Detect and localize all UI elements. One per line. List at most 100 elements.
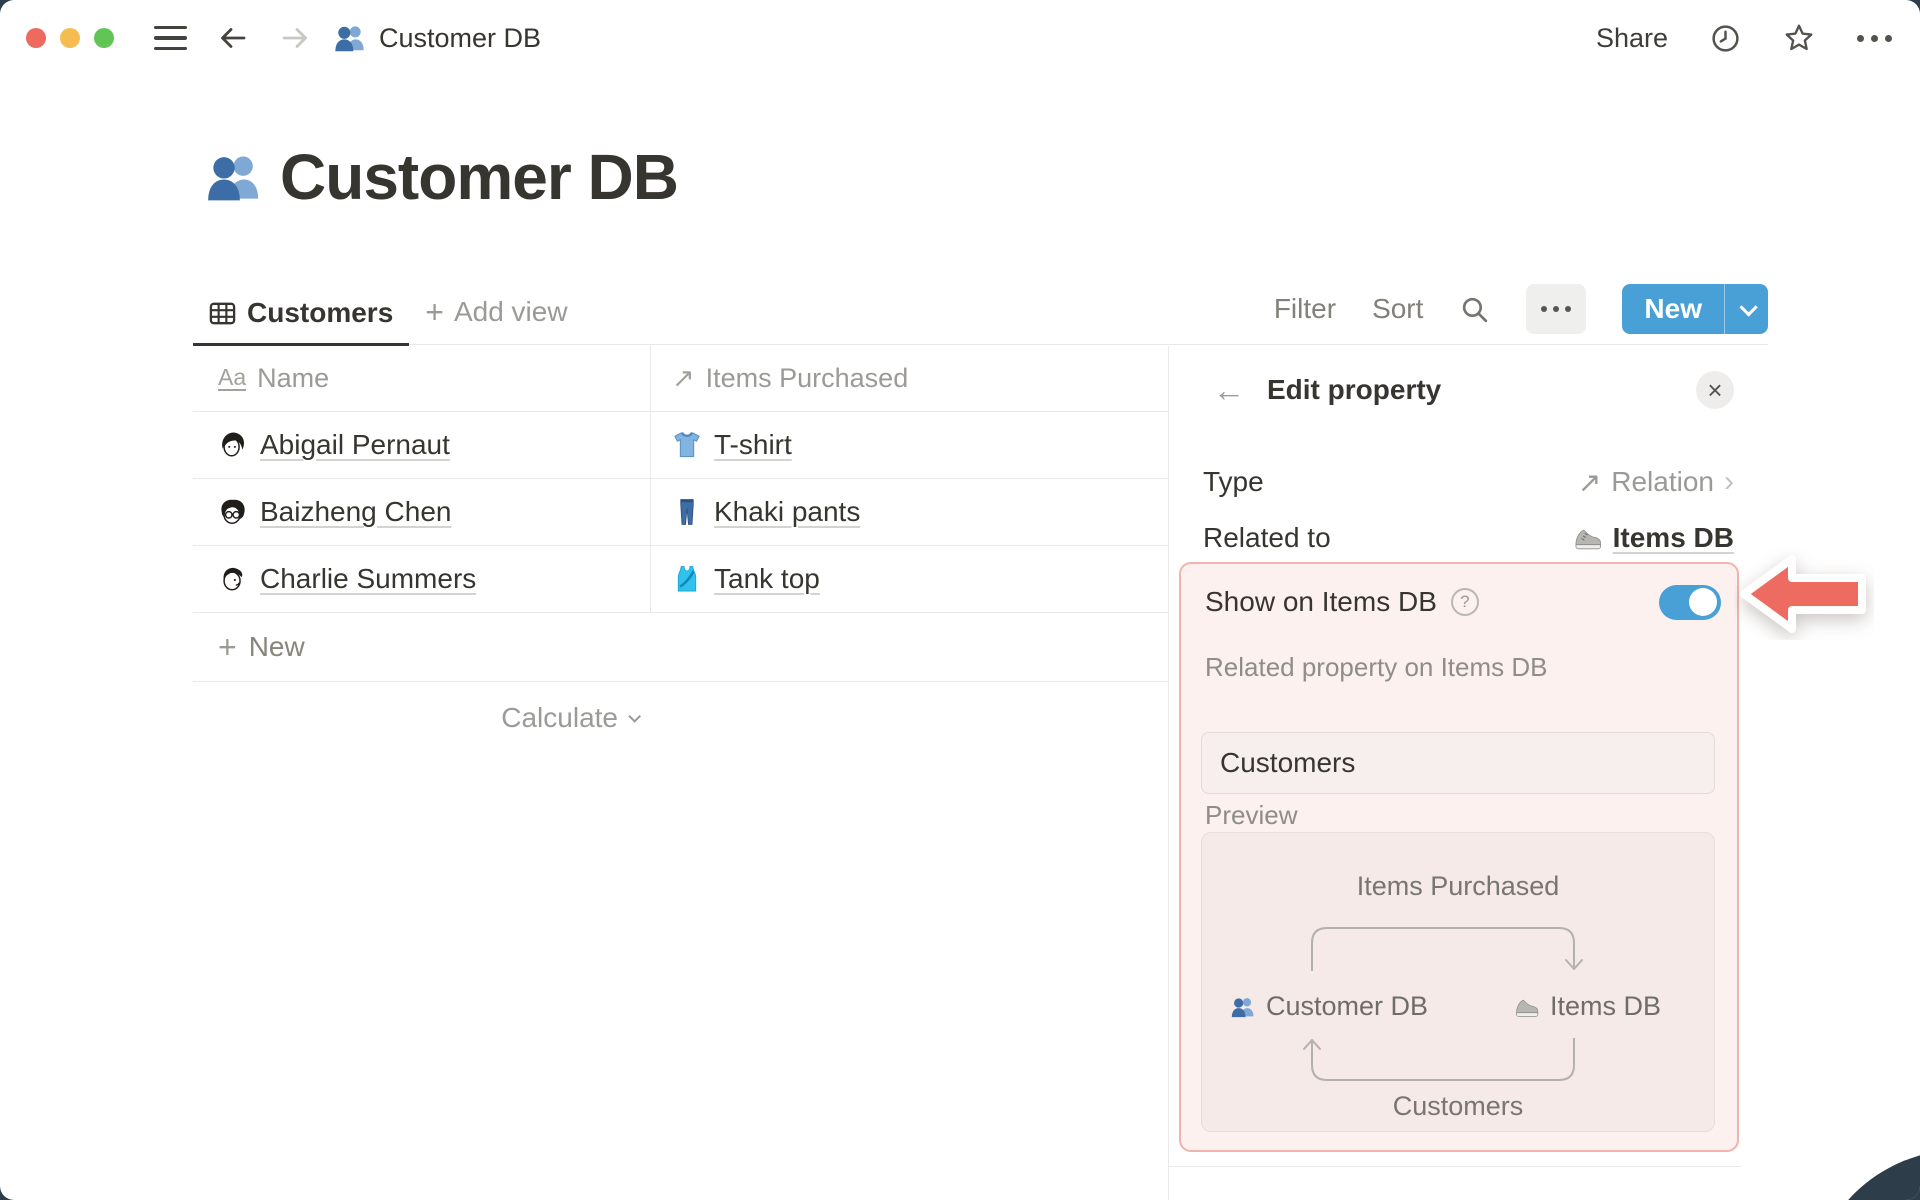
window-controls (26, 28, 114, 48)
related-to-value-button[interactable]: Items DB (1573, 522, 1734, 554)
forward-arrow-icon[interactable] (279, 22, 311, 54)
avatar-abigail (218, 430, 248, 460)
tab-customers[interactable]: Customers (193, 297, 410, 346)
chevron-right-icon: › (1724, 465, 1734, 498)
preview-customer-db: Customer DB (1230, 991, 1428, 1022)
avatar-baizheng (218, 497, 248, 527)
related-to-value: Items DB (1612, 522, 1734, 553)
titlebar-actions: Share (1596, 22, 1892, 54)
panel-divider (1169, 1166, 1741, 1167)
new-row-button[interactable]: + New (193, 613, 1168, 682)
minimize-window-button[interactable] (60, 28, 80, 48)
avatar-charlie (218, 564, 248, 594)
preview-top-label: Items Purchased (1356, 871, 1560, 901)
zoom-window-button[interactable] (94, 28, 114, 48)
table-header-row: Aa Name ↗ Items Purchased (193, 345, 1168, 412)
new-dropdown-button[interactable] (1724, 284, 1768, 334)
tshirt-icon (672, 430, 702, 460)
chevron-down-icon (1739, 297, 1758, 317)
customers-table: Aa Name ↗ Items Purchased Abigail Pernau… (193, 345, 1168, 754)
name-cell[interactable]: Charlie Summers (193, 546, 651, 612)
help-icon[interactable]: ? (1450, 588, 1479, 616)
view-more-button[interactable] (1526, 284, 1587, 334)
add-view-label: Add view (453, 296, 568, 327)
preview-left-label: Customer DB (1266, 991, 1429, 1021)
text-type-icon: Aa (218, 363, 247, 392)
preview-items-db: Items DB (1514, 991, 1661, 1022)
back-arrow-icon[interactable] (217, 22, 249, 54)
desktop-corner-shape (1810, 1150, 1920, 1200)
type-value: Relation (1611, 466, 1714, 497)
tanktop-icon (672, 564, 702, 594)
search-icon[interactable] (1459, 294, 1490, 325)
row-item-link[interactable]: Khaki pants (714, 496, 860, 528)
page-title[interactable]: Customer DB (280, 140, 679, 214)
row-name-link[interactable]: Abigail Pernaut (260, 429, 450, 461)
panel-close-icon[interactable]: × (1696, 371, 1734, 409)
tab-label: Customers (247, 297, 394, 328)
related-to-row: Related to Items DB (1203, 518, 1734, 558)
preview-label: Preview (1205, 800, 1298, 830)
toolbar-actions: Filter Sort New (1274, 284, 1768, 344)
notion-window: Customer DB Share Customer DB Customers (0, 0, 1920, 1200)
close-window-button[interactable] (26, 28, 46, 48)
new-split-button: New (1622, 284, 1768, 334)
column-header-name[interactable]: Aa Name (193, 345, 651, 411)
preview-right-label: Items DB (1550, 991, 1662, 1021)
row-item-link[interactable]: Tank top (714, 563, 820, 595)
highlighted-section: Show on Items DB ? Related property on I… (1179, 562, 1739, 1152)
plus-icon: + (425, 294, 444, 330)
favorite-star-icon[interactable] (1783, 22, 1815, 54)
view-toolbar: Customers + Add view Filter Sort New (193, 283, 1768, 346)
sidebar-menu-icon[interactable] (154, 25, 187, 51)
row-item-link[interactable]: T-shirt (714, 429, 792, 461)
column-label: Name (257, 362, 330, 393)
name-cell[interactable]: Baizheng Chen (193, 479, 651, 545)
more-options-icon[interactable] (1857, 34, 1892, 42)
relation-icon: ↗ (672, 362, 695, 393)
name-cell[interactable]: Abigail Pernaut (193, 412, 651, 478)
titlebar: Customer DB Share (0, 0, 1920, 76)
panel-back-icon[interactable]: ← (1213, 372, 1245, 409)
toggle-knob (1689, 588, 1717, 616)
type-value-button[interactable]: ↗ Relation › (1578, 465, 1734, 499)
new-row-label: New (248, 631, 305, 662)
breadcrumb-title: Customer DB (379, 22, 542, 53)
row-name-link[interactable]: Charlie Summers (260, 563, 476, 595)
sneaker-icon (1573, 523, 1603, 553)
breadcrumb[interactable]: Customer DB (333, 21, 541, 55)
related-property-label: Related property on Items DB (1205, 652, 1548, 682)
sneaker-icon (1514, 994, 1540, 1020)
calculate-button[interactable]: Calculate (193, 682, 651, 754)
plus-icon: + (218, 629, 237, 665)
edit-property-panel: ← Edit property × Type ↗ Relation › Rela… (1168, 346, 1772, 1200)
people-icon[interactable] (204, 147, 264, 207)
panel-title: Edit property (1267, 374, 1442, 405)
row-name-link[interactable]: Baizheng Chen (260, 496, 451, 528)
add-view-button[interactable]: + Add view (409, 296, 577, 344)
column-header-items-purchased[interactable]: ↗ Items Purchased (651, 345, 1168, 411)
items-cell[interactable]: Khaki pants (651, 479, 1168, 545)
new-button[interactable]: New (1622, 284, 1724, 334)
people-icon (333, 21, 367, 55)
sort-button[interactable]: Sort (1372, 293, 1423, 325)
page-header: Customer DB (204, 140, 679, 214)
column-label: Items Purchased (705, 362, 909, 393)
show-on-items-db-row: Show on Items DB ? (1205, 582, 1721, 622)
people-icon (1230, 994, 1256, 1020)
related-property-input[interactable] (1201, 732, 1715, 794)
type-row: Type ↗ Relation › (1203, 462, 1734, 502)
preview-bottom-label: Customers (1392, 1091, 1524, 1121)
items-cell[interactable]: Tank top (651, 546, 1168, 612)
filter-button[interactable]: Filter (1274, 293, 1336, 325)
chevron-down-icon (628, 709, 641, 723)
items-cell[interactable]: T-shirt (651, 412, 1168, 478)
table-row: Charlie Summers Tank top (193, 546, 1168, 613)
table-row: Baizheng Chen Khaki pants (193, 479, 1168, 546)
share-button[interactable]: Share (1596, 23, 1668, 54)
history-clock-icon[interactable] (1710, 23, 1741, 54)
jeans-icon (672, 497, 702, 527)
panel-header: ← Edit property × (1213, 368, 1734, 412)
show-on-items-db-toggle[interactable] (1659, 584, 1721, 620)
annotation-arrow-icon (1734, 548, 1874, 640)
